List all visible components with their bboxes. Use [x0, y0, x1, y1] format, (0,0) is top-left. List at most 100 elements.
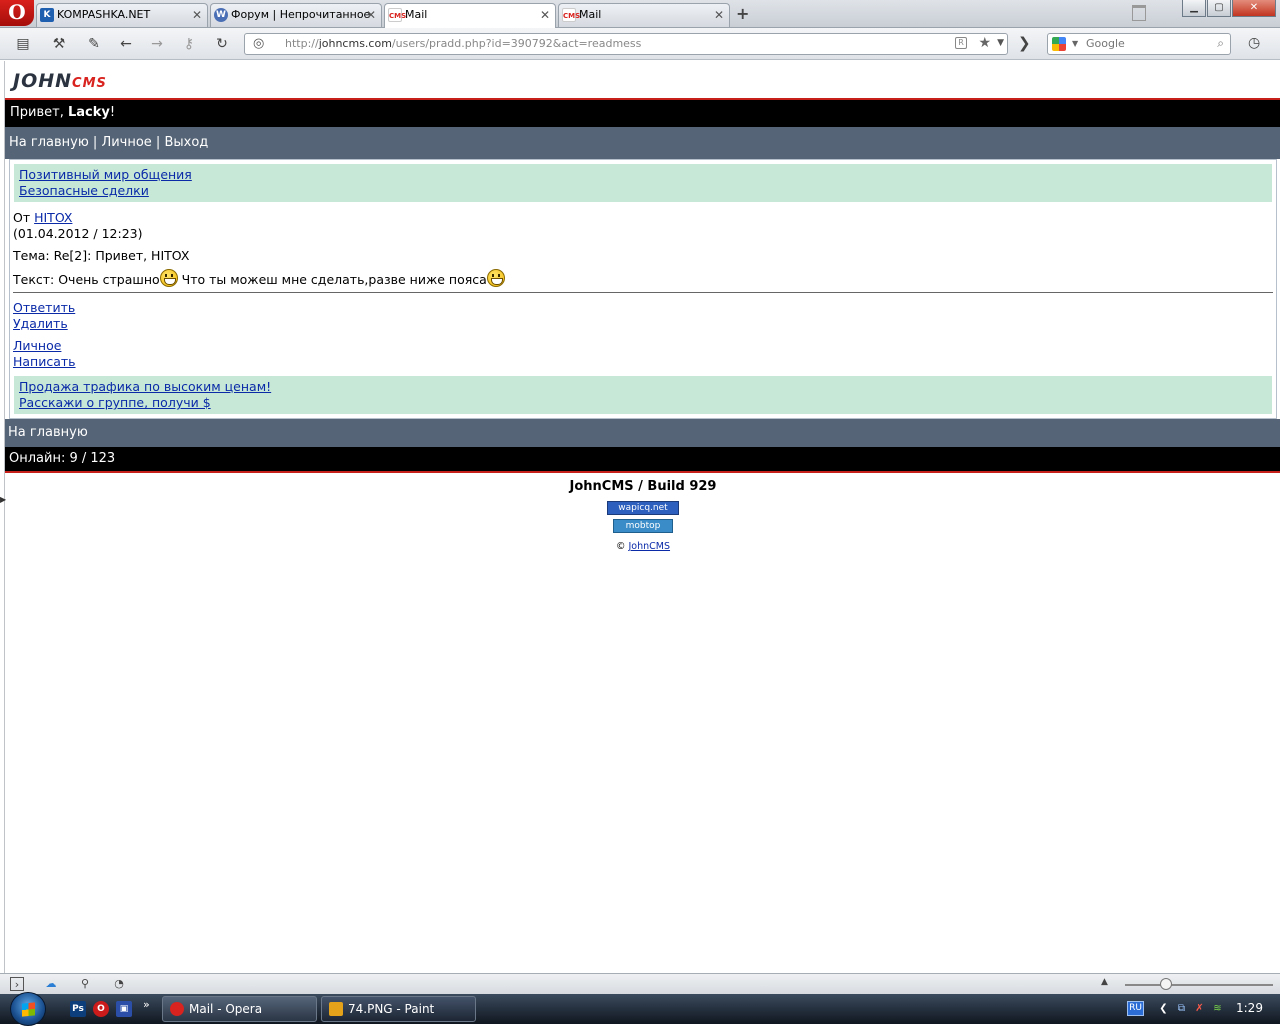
delete-link[interactable]: Удалить [13, 316, 68, 331]
tab-kompashka[interactable]: K KOMPASHKA.NET ✕ [36, 3, 208, 27]
johncms-logo[interactable]: JOHNCMS [13, 70, 107, 94]
language-indicator[interactable]: RU [1127, 1001, 1144, 1016]
divider [5, 471, 1280, 473]
tab-mail-active[interactable]: CMS Mail ✕ [384, 3, 556, 28]
navigation-bar: ▤ ⚒ ✎ ← → ⚷ ↻ ◎ http://johncms.com/users… [0, 28, 1280, 60]
message-from: От HITOX [13, 210, 73, 225]
search-icon[interactable]: ⌕ [1217, 36, 1224, 51]
tab-label: Форум | Непрочитанное [231, 8, 371, 21]
divider [13, 292, 1273, 293]
ad-link[interactable]: Продажа трафика по высоким ценам! [19, 379, 1267, 395]
page-viewport: JOHNCMS Привет, Lacky! На главную | Личн… [4, 61, 1280, 973]
ad-link[interactable]: Позитивный мир общения [19, 167, 1267, 183]
closed-tabs-icon[interactable]: ▤ [14, 35, 32, 53]
bottom-navigation: На главную [5, 419, 1280, 447]
nav-logout-link[interactable]: Выход [164, 135, 208, 150]
tab-label: Mail [579, 8, 602, 21]
unite-icon[interactable]: ⚲ [78, 977, 92, 991]
clock[interactable]: 1:29 [1236, 1001, 1263, 1015]
antivirus-icon[interactable]: ✗ [1193, 1002, 1206, 1015]
app-icon[interactable]: ▣ [116, 1001, 132, 1017]
quicklaunch-more-icon[interactable]: » [143, 998, 150, 1011]
taskbar-item-label: 74.PNG - Paint [348, 1002, 435, 1016]
username: Lacky [67, 105, 110, 120]
forward-icon[interactable]: → [148, 35, 166, 53]
grin-smiley-icon [486, 269, 505, 287]
nav-home-link[interactable]: На главную [9, 135, 89, 150]
message-subject: Тема: Re[2]: Привет, HITOX [13, 248, 190, 263]
johncms-favicon-icon: CMS [562, 8, 580, 22]
google-icon[interactable] [1052, 37, 1066, 51]
ad-link[interactable]: Безопасные сделки [19, 183, 1267, 199]
reload-icon[interactable]: ↻ [213, 35, 231, 53]
minimize-button[interactable]: ▁ [1182, 0, 1206, 17]
wapicq-counter-badge[interactable]: wapicq.net [607, 501, 679, 515]
ad-block-bottom: Продажа трафика по высоким ценам! Расска… [14, 376, 1272, 414]
sender-link[interactable]: HITOX [34, 210, 72, 225]
write-link[interactable]: Написать [13, 354, 76, 369]
chevron-left-icon[interactable]: ❮ [1157, 1002, 1170, 1015]
side-panel-toggle-icon[interactable]: ▶ [0, 495, 6, 504]
paint-icon [329, 1002, 343, 1016]
taskbar-item-opera[interactable]: Mail - Opera [162, 996, 317, 1022]
online-counter[interactable]: Онлайн: 9 / 123 [5, 447, 1280, 471]
johncms-link[interactable]: JohnCMS [629, 541, 671, 552]
star-icon[interactable]: ★ [978, 35, 991, 51]
opera-icon[interactable]: O [93, 1001, 109, 1017]
panel-toggle-icon[interactable]: › [10, 977, 24, 991]
photoshop-icon[interactable]: Ps [70, 1001, 86, 1017]
message-panel: Позитивный мир общения Безопасные сделки… [9, 159, 1277, 419]
message-text: Текст: Очень страшно Что ты можеш мне сд… [13, 269, 505, 288]
mobtop-counter-badge[interactable]: mobtop [613, 519, 673, 533]
chevron-down-icon[interactable]: ▼ [1072, 39, 1078, 48]
tab-mail[interactable]: CMS Mail ✕ [558, 3, 730, 27]
chevron-down-icon[interactable]: ▼ [997, 38, 1004, 48]
build-label: JohnCMS / Build 929 [569, 479, 717, 494]
taskbar-item-paint[interactable]: 74.PNG - Paint [321, 996, 476, 1022]
trash-icon[interactable] [1132, 5, 1146, 21]
tab-label: Mail [405, 8, 428, 21]
go-arrow-icon[interactable]: ❯ [1018, 34, 1031, 52]
search-field[interactable]: ▼ ⌕ [1047, 33, 1231, 55]
opera-icon [170, 1002, 184, 1016]
history-clock-icon[interactable]: ◷ [1248, 35, 1260, 51]
zoom-slider-thumb[interactable] [1160, 978, 1172, 990]
close-window-button[interactable]: ✕ [1232, 0, 1276, 17]
address-field[interactable]: ◎ http://johncms.com/users/pradd.php?id=… [244, 33, 1008, 55]
taskbar-item-label: Mail - Opera [189, 1002, 263, 1016]
search-input[interactable] [1086, 37, 1206, 50]
zoom-arrow-icon[interactable]: ▲ [1101, 977, 1108, 987]
tab-forum[interactable]: W Форум | Непрочитанное ✕ [210, 3, 382, 27]
tab-label: KOMPASHKA.NET [57, 8, 151, 21]
wrench-icon[interactable]: ⚒ [50, 35, 68, 53]
key-icon[interactable]: ⚷ [180, 35, 198, 53]
start-button[interactable] [10, 992, 46, 1026]
reply-link[interactable]: Ответить [13, 300, 75, 315]
bottom-home-link[interactable]: На главную [8, 425, 88, 440]
opera-menu-button[interactable]: O [0, 0, 34, 26]
personal-link[interactable]: Личное [13, 338, 61, 353]
address-url: http://johncms.com/users/pradd.php?id=39… [285, 37, 642, 50]
close-tab-icon[interactable]: ✕ [714, 4, 724, 26]
globe-icon: ◎ [253, 36, 265, 51]
close-tab-icon[interactable]: ✕ [366, 4, 376, 26]
close-tab-icon[interactable]: ✕ [540, 4, 550, 26]
back-icon[interactable]: ← [117, 35, 135, 53]
pen-icon[interactable]: ✎ [85, 35, 103, 53]
ad-link[interactable]: Расскажи о группе, получи $ [19, 395, 1267, 411]
tab-bar: O K KOMPASHKA.NET ✕ W Форум | Непрочитан… [0, 0, 1280, 28]
wifi-icon[interactable]: ≋ [1211, 1002, 1224, 1015]
k-favicon-icon: K [40, 8, 54, 22]
windows-taskbar: Ps O ▣ » Mail - Opera 74.PNG - Paint RU … [0, 992, 1280, 1026]
cloud-icon[interactable]: ☁ [44, 977, 58, 991]
network-icon[interactable]: ⧉ [1175, 1002, 1188, 1015]
maximize-button[interactable]: ▢ [1207, 0, 1231, 17]
nav-personal-link[interactable]: Личное [101, 135, 151, 150]
copyright: © JohnCMS [615, 541, 671, 552]
rss-icon[interactable]: R [955, 37, 967, 49]
turbo-icon[interactable]: ◔ [112, 977, 126, 991]
browser-status-bar: › ☁ ⚲ ◔ ▲ [0, 973, 1280, 994]
close-tab-icon[interactable]: ✕ [192, 4, 202, 26]
new-tab-icon[interactable]: + [736, 4, 749, 23]
zoom-slider[interactable] [1125, 984, 1273, 986]
